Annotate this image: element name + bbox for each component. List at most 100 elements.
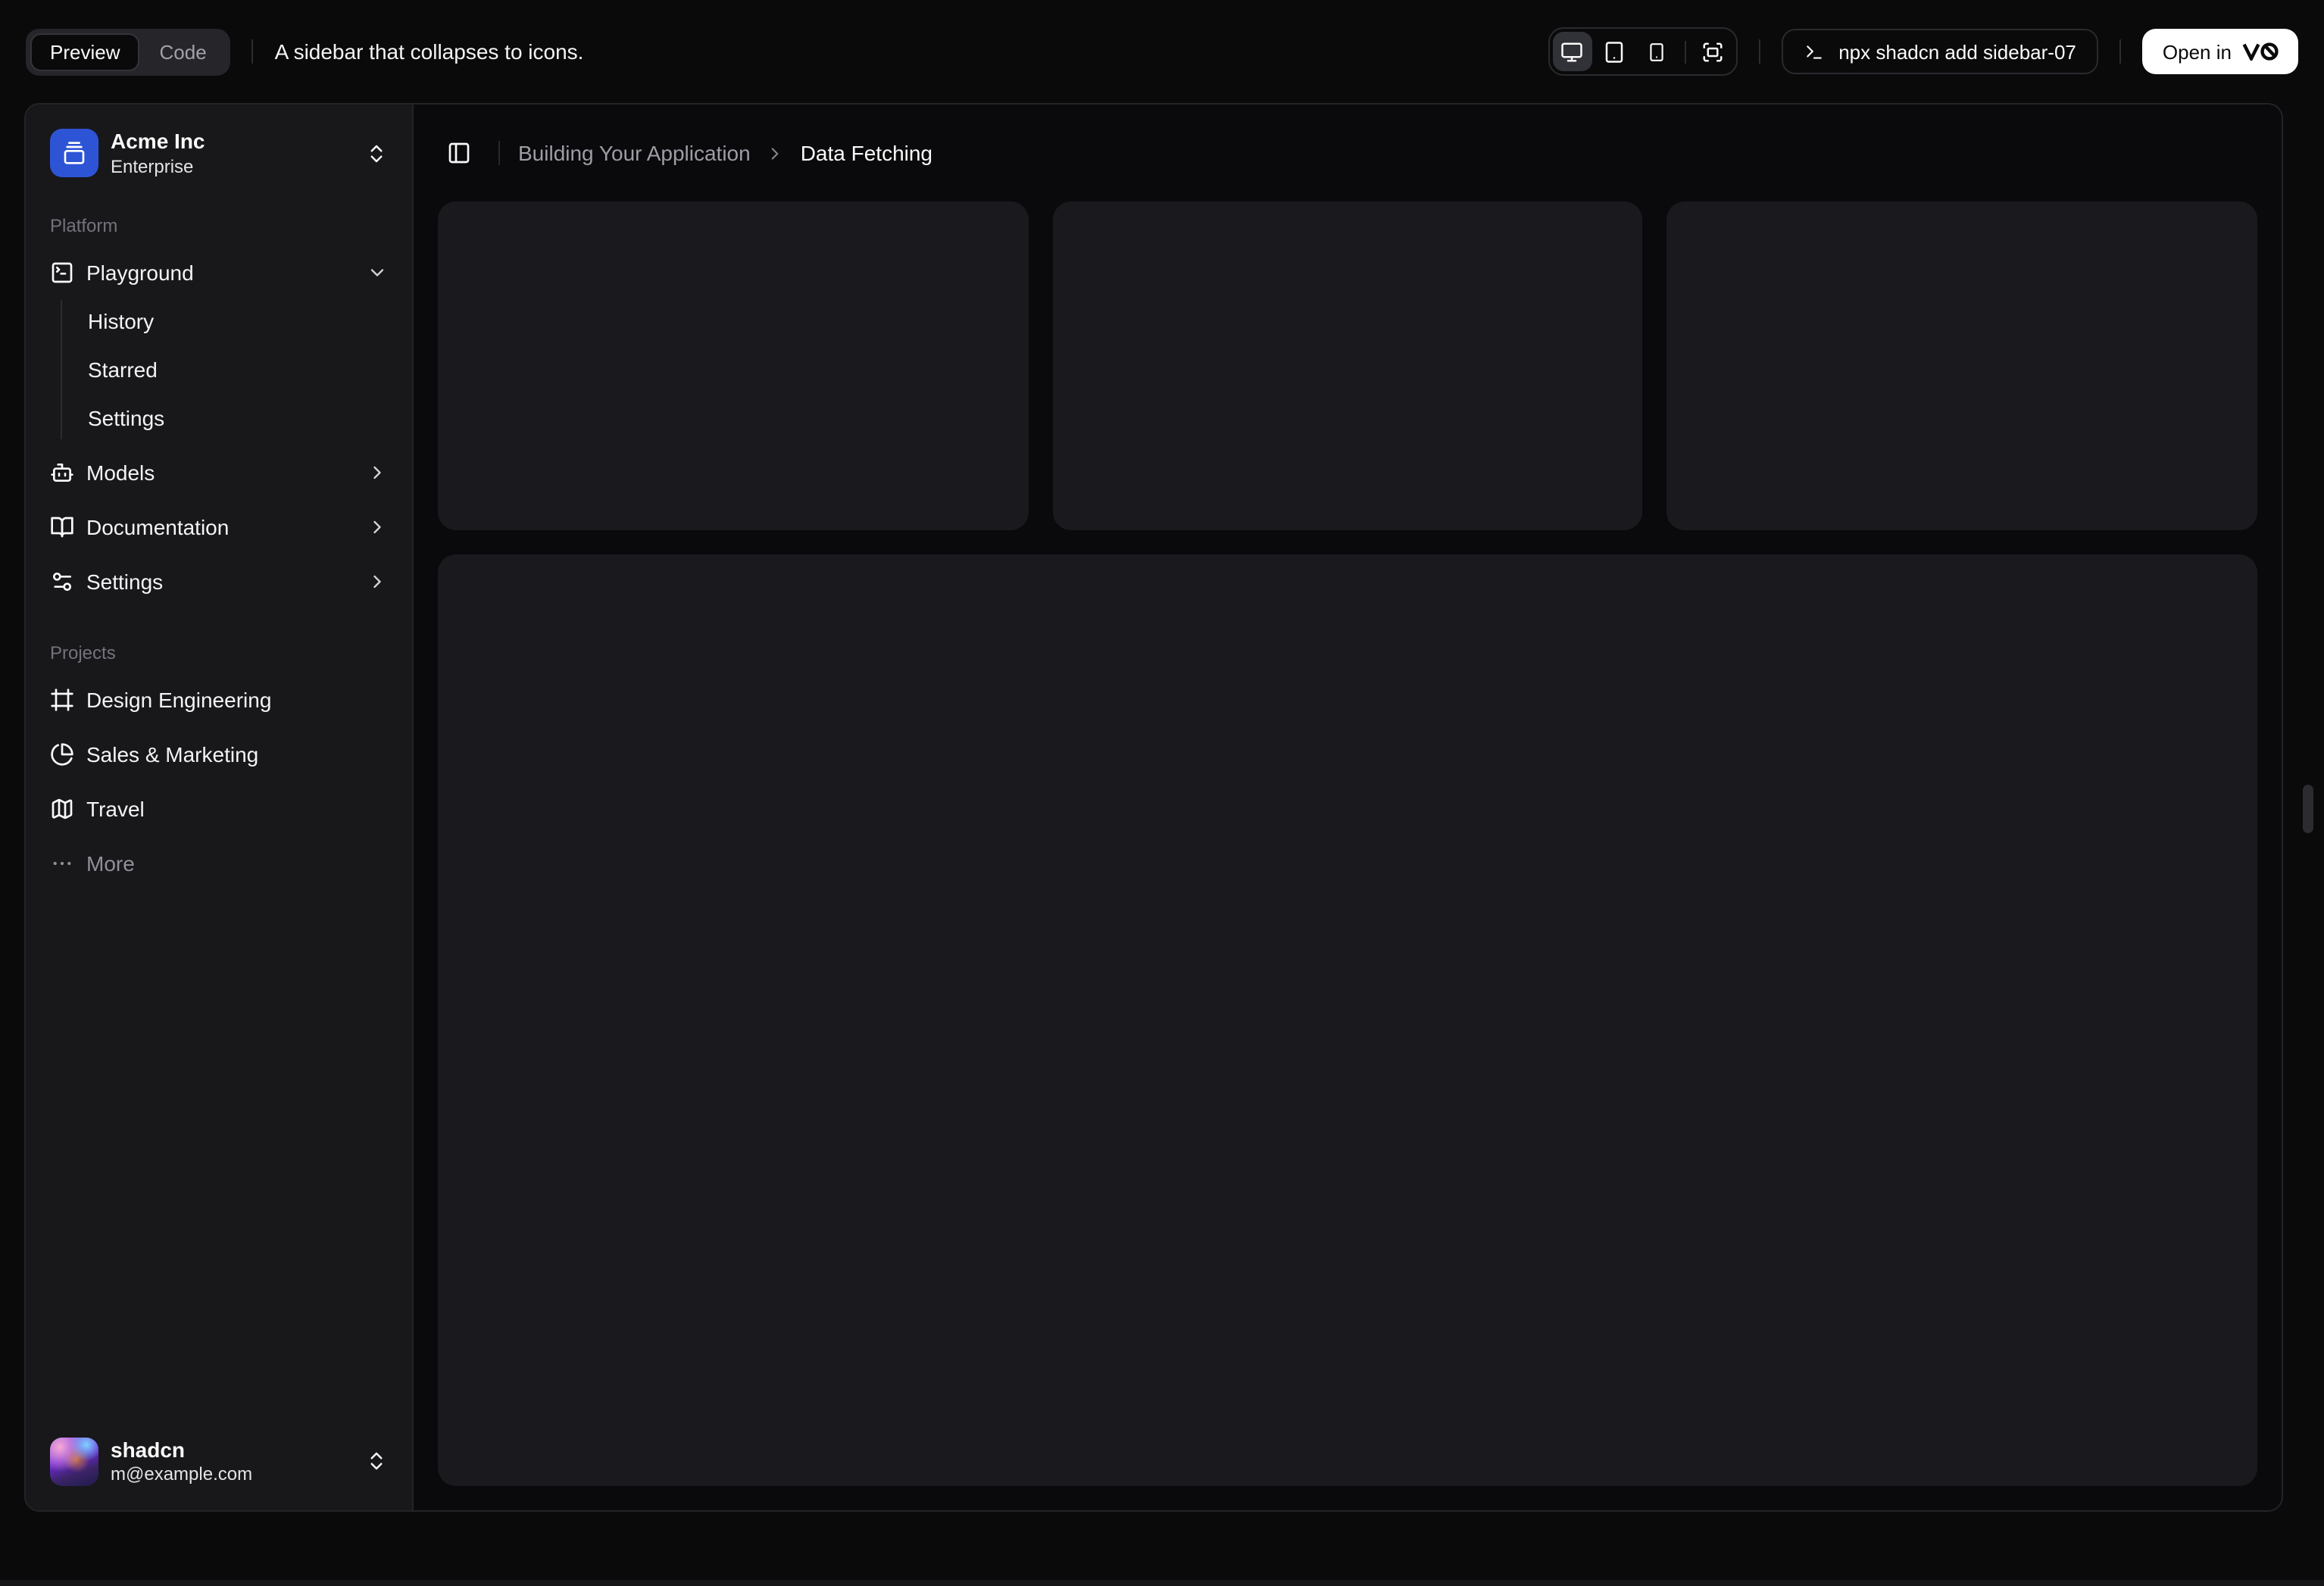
device-group-separator (1684, 40, 1686, 63)
toolbar-separator (1758, 39, 1760, 64)
breadcrumb-parent[interactable]: Building Your Application (518, 141, 751, 165)
square-terminal-icon (50, 260, 74, 284)
sidebar-subitem-label: History (88, 308, 155, 332)
device-toggle-group (1548, 27, 1738, 76)
chevron-down-icon (367, 261, 388, 283)
page: Preview Code A sidebar that collapses to… (0, 0, 2324, 1586)
group-platform: Platform Playground History Starred Sett… (38, 190, 400, 617)
pie-chart-icon (50, 741, 74, 766)
breadcrumb: Building Your Application Data Fetching (518, 141, 932, 165)
sidebar-item-label: Playground (86, 260, 194, 284)
breadcrumb-chevron-icon (766, 143, 786, 163)
monitor-icon (1560, 40, 1583, 63)
fullscreen-button[interactable] (1693, 32, 1732, 71)
user-menu[interactable]: shadcn m@example.com (38, 1425, 400, 1498)
settings-sliders-icon (50, 569, 74, 593)
user-email: m@example.com (111, 1463, 253, 1485)
panel-left-icon (447, 141, 471, 165)
team-switcher[interactable]: Acme Inc Enterprise (38, 117, 400, 190)
sidebar-item-label: Design Engineering (86, 687, 272, 711)
team-logo (50, 129, 98, 178)
more-horizontal-icon (50, 851, 74, 875)
sidebar-item-label: Documentation (86, 514, 230, 539)
placeholder-cards-row (438, 201, 2257, 530)
sidebar-subitem-label: Starred (88, 357, 158, 381)
open-in-label: Open in (2162, 40, 2232, 63)
preview-tab[interactable]: Preview (30, 33, 140, 70)
toolbar-separator (2119, 39, 2122, 64)
sidebar-item-design-engineering[interactable]: Design Engineering (38, 675, 400, 723)
sidebar: Acme Inc Enterprise Platform Playground … (26, 105, 414, 1510)
open-in-v0-button[interactable]: Open in (2142, 29, 2298, 74)
terminal-icon (1804, 42, 1823, 61)
group-label-platform: Platform (50, 214, 118, 236)
sidebar-item-label: Sales & Marketing (86, 741, 259, 766)
header-separator (498, 141, 500, 165)
block-toolbar: Preview Code A sidebar that collapses to… (0, 0, 2324, 103)
sidebar-subitem-starred[interactable]: Starred (62, 348, 400, 390)
mobile-view-button[interactable] (1637, 32, 1676, 71)
sidebar-subitem-settings[interactable]: Settings (62, 396, 400, 439)
sidebar-item-label: Models (86, 460, 155, 484)
team-text: Acme Inc Enterprise (111, 129, 353, 178)
placeholder-card (438, 201, 1029, 530)
user-avatar (50, 1437, 98, 1486)
chevrons-up-down-icon (365, 142, 388, 165)
tablet-view-button[interactable] (1595, 32, 1634, 71)
sidebar-item-label: Settings (86, 569, 164, 593)
chevron-right-icon (367, 570, 388, 592)
sidebar-subitem-history[interactable]: History (62, 299, 400, 342)
sidebar-subitem-label: Settings (88, 405, 165, 429)
sidebar-item-settings[interactable]: Settings (38, 557, 400, 605)
projects-menu: Design Engineering Sales & Marketing Tra… (38, 675, 400, 887)
user-text: shadcn m@example.com (111, 1437, 353, 1486)
playground-submenu: History Starred Settings (61, 299, 400, 439)
frame-icon (50, 687, 74, 711)
next-section-edge (0, 1580, 2324, 1586)
tablet-icon (1603, 40, 1626, 63)
sidebar-groups: Platform Playground History Starred Sett… (38, 190, 400, 1425)
team-plan: Enterprise (111, 155, 194, 176)
breadcrumb-current: Data Fetching (800, 141, 933, 165)
sidebar-item-sales-marketing[interactable]: Sales & Marketing (38, 729, 400, 778)
sidebar-item-more[interactable]: More (38, 838, 400, 887)
chevron-right-icon (367, 516, 388, 537)
page-scrollbar-thumb[interactable] (2303, 785, 2313, 833)
sidebar-item-models[interactable]: Models (38, 448, 400, 496)
desktop-view-button[interactable] (1552, 32, 1592, 71)
gallery-vertical-end-icon (62, 142, 86, 166)
content-header: Building Your Application Data Fetching (414, 105, 2282, 201)
content-main (414, 201, 2282, 1510)
group-label-projects: Projects (50, 642, 116, 663)
bot-icon (50, 460, 74, 484)
book-open-icon (50, 514, 74, 539)
placeholder-card (1666, 201, 2257, 530)
preview-frame: Acme Inc Enterprise Platform Playground … (24, 103, 2283, 1512)
sidebar-item-playground[interactable]: Playground (38, 248, 400, 296)
chevron-right-icon (367, 461, 388, 482)
smartphone-icon (1647, 42, 1666, 61)
placeholder-card (1052, 201, 1643, 530)
content-pane: Building Your Application Data Fetching (414, 105, 2282, 1510)
user-name: shadcn (111, 1437, 186, 1461)
sidebar-item-travel[interactable]: Travel (38, 784, 400, 832)
fullscreen-icon (1701, 40, 1724, 63)
preview-code-toggle: Preview Code (26, 28, 231, 75)
sidebar-item-label: Travel (86, 796, 145, 820)
sidebar-item-documentation[interactable]: Documentation (38, 502, 400, 551)
block-description: A sidebar that collapses to icons. (274, 39, 584, 64)
team-name: Acme Inc (111, 129, 205, 153)
group-projects: Projects Design Engineering Sales & Mark… (38, 617, 400, 899)
toolbar-right-cluster: npx shadcn add sidebar-07 Open in (1548, 27, 2298, 76)
v0-logo-icon (2242, 42, 2279, 61)
chevrons-up-down-icon (365, 1450, 388, 1473)
toolbar-separator (251, 39, 254, 64)
npx-command-text: npx shadcn add sidebar-07 (1838, 40, 2076, 63)
code-tab[interactable]: Code (140, 33, 226, 70)
npx-command-button[interactable]: npx shadcn add sidebar-07 (1781, 29, 2099, 74)
map-icon (50, 796, 74, 820)
platform-menu: Playground History Starred Settings Mode… (38, 248, 400, 605)
placeholder-panel (438, 554, 2257, 1486)
sidebar-item-label: More (86, 851, 135, 875)
sidebar-toggle-button[interactable] (438, 132, 480, 174)
